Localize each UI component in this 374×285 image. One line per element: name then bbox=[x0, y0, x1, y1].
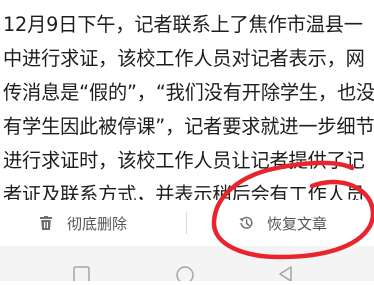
restore-article-button[interactable]: 恢复文章 bbox=[238, 200, 327, 246]
trash-icon bbox=[38, 215, 54, 231]
back-icon bbox=[279, 266, 292, 282]
action-divider bbox=[186, 212, 187, 234]
article-line: 12月9日下午，记者联系上了焦作市温县一 bbox=[3, 13, 363, 36]
delete-permanently-label: 彻底删除 bbox=[67, 214, 128, 233]
history-icon bbox=[238, 215, 254, 231]
article-action-bar: 彻底删除 恢复文章 bbox=[0, 200, 374, 246]
system-navigation-bar bbox=[0, 246, 374, 284]
article-content: 12月9日下午，记者联系上了焦作市温县一 中进行求证，该校工作人员对记者表示，网… bbox=[0, 0, 374, 205]
article-line: 有学生因此被停课”，记者要求就进一步细节 bbox=[3, 115, 374, 138]
article-line: 传消息是“假的”，“我们没有开除学生，也没 bbox=[3, 81, 374, 104]
back-button[interactable] bbox=[276, 266, 296, 285]
article-line: 进行求证时，该校工作人员让记者提供了记 bbox=[3, 149, 365, 172]
recent-apps-button[interactable] bbox=[72, 266, 92, 285]
recent-apps-icon bbox=[73, 266, 90, 283]
restore-article-label: 恢复文章 bbox=[267, 214, 328, 233]
home-button[interactable] bbox=[174, 266, 196, 285]
delete-permanently-button[interactable]: 彻底删除 bbox=[38, 200, 127, 246]
article-line: 中进行求证，该校工作人员对记者表示，网 bbox=[3, 47, 365, 70]
home-icon bbox=[176, 266, 194, 284]
